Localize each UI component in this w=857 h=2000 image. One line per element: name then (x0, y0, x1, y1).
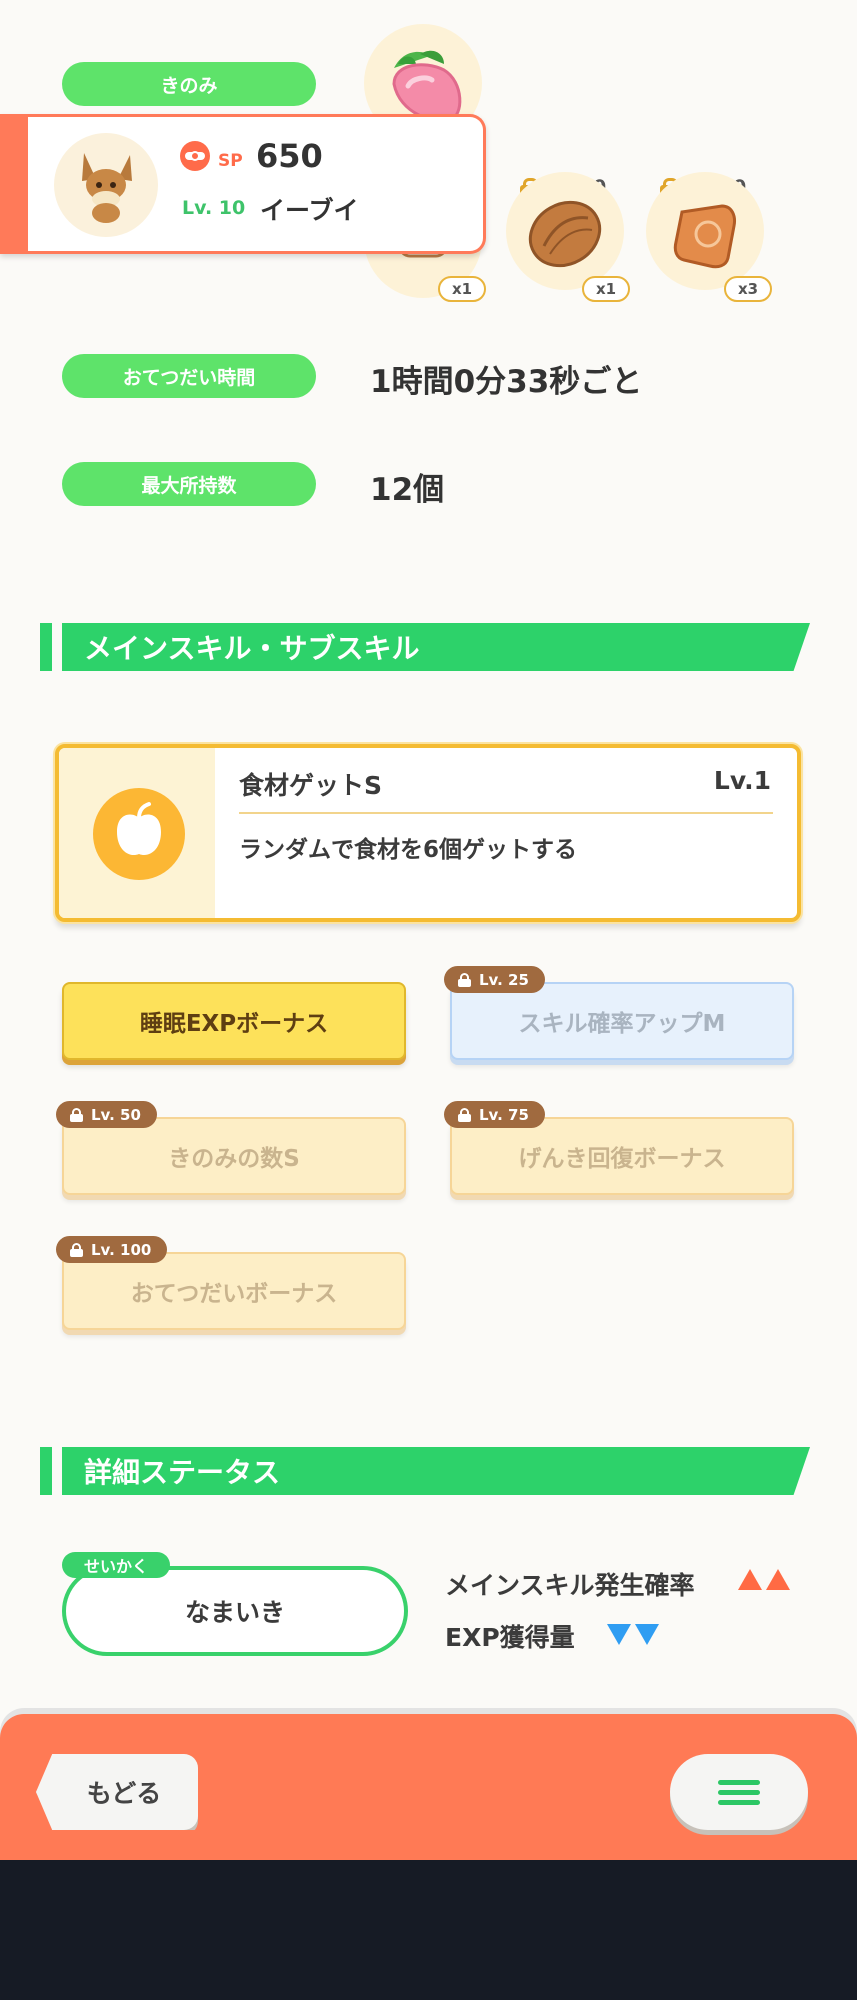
skills-section-header: メインスキル・サブスキル (40, 623, 810, 671)
ingredient-qty: x1 (582, 276, 631, 302)
card-stripe (0, 117, 28, 251)
pokemon-card[interactable]: SP 650 Lv. 10 イーブイ (0, 114, 486, 254)
back-button[interactable]: もどる (36, 1754, 198, 1830)
sub-skill-button[interactable]: 睡眠EXPボーナス (62, 982, 406, 1060)
lock-icon (70, 1242, 83, 1257)
nature-up-label: メインスキル発生確率 (445, 1571, 695, 1600)
section-title: 詳細ステータス (84, 1456, 281, 1489)
main-skill-card[interactable]: 食材ゲットS Lv.1 ランダムで食材を6個ゲットする (55, 744, 801, 922)
sub-skill-button[interactable]: げんき回復ボーナス (450, 1117, 794, 1195)
main-skill-level: Lv.1 (713, 766, 771, 795)
help-time-value: 1時間0分33秒ごと (370, 364, 643, 400)
unlock-level-tag: Lv. 75 (444, 1101, 545, 1128)
sp-label: SP (218, 151, 243, 171)
main-skill-name: 食材ゲットS (239, 771, 383, 800)
up-arrow-icon (738, 1569, 762, 1590)
unlock-level-tag: Lv. 100 (56, 1236, 168, 1263)
max-carry-value: 12個 (370, 472, 445, 508)
status-section-header: 詳細ステータス (40, 1447, 810, 1495)
pokemon-name: イーブイ (260, 196, 359, 225)
down-arrow-icon (635, 1624, 659, 1645)
max-carry-label: 最大所持数 (62, 462, 316, 506)
nature-box[interactable]: なまいき (62, 1566, 408, 1656)
pokemon-level: Lv. 10 (182, 197, 246, 219)
sp-value: 650 (256, 137, 323, 175)
down-arrow-icon (607, 1624, 631, 1645)
main-skill-description: ランダムで食材を6個ゲットする (239, 837, 578, 863)
menu-button[interactable] (670, 1754, 808, 1830)
help-time-label: おてつだい時間 (62, 354, 316, 398)
lock-icon (458, 972, 471, 987)
cacao-icon (506, 172, 624, 290)
sub-skill-button[interactable]: スキル確率アップM (450, 982, 794, 1060)
lock-icon (70, 1107, 83, 1122)
sub-skill-button[interactable]: おてつだいボーナス (62, 1252, 406, 1330)
nature-down-label: EXP獲得量 (445, 1623, 575, 1652)
system-nav-area (0, 1860, 857, 2000)
nature-tag: せいかく (62, 1552, 171, 1578)
down-arrows (607, 1624, 659, 1645)
lock-icon (458, 1107, 471, 1122)
unlock-level-tag: Lv. 25 (444, 966, 545, 993)
pokeball-icon (180, 141, 210, 171)
ingredient-qty: x3 (724, 276, 773, 302)
up-arrow-icon (766, 1569, 790, 1590)
ingredient-qty: x1 (438, 276, 487, 302)
pokemon-avatar (54, 133, 158, 237)
sub-skill-button[interactable]: きのみの数S (62, 1117, 406, 1195)
unlock-level-tag: Lv. 50 (56, 1101, 157, 1128)
berry-label: きのみ (62, 62, 316, 106)
potato-icon (646, 172, 764, 290)
apple-icon (93, 788, 185, 880)
section-title: メインスキル・サブスキル (84, 632, 420, 665)
up-arrows (738, 1569, 790, 1590)
menu-icon (718, 1780, 760, 1785)
